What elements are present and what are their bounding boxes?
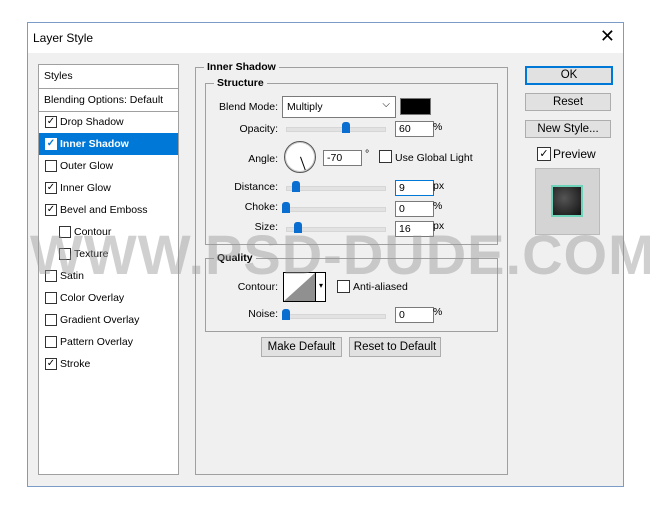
style-item-stroke[interactable]: ✓ Stroke	[39, 353, 178, 375]
angle-input[interactable]: -70	[323, 150, 362, 166]
style-checkbox[interactable]: ✓	[45, 204, 57, 216]
style-item-outer-glow[interactable]: Outer Glow	[39, 155, 178, 177]
style-item-label: Stroke	[60, 358, 91, 370]
style-item-label: Pattern Overlay	[60, 336, 133, 348]
style-checkbox[interactable]	[45, 336, 57, 348]
style-item-label: Inner Glow	[60, 182, 111, 194]
noise-label: Noise:	[248, 308, 278, 320]
style-item-inner-shadow[interactable]: ✓ Inner Shadow	[39, 133, 178, 155]
style-item-inner-glow[interactable]: ✓ Inner Glow	[39, 177, 178, 199]
style-item-pattern-overlay[interactable]: Pattern Overlay	[39, 331, 178, 353]
anti-aliased-label: Anti-aliased	[353, 281, 408, 293]
style-item-label: Gradient Overlay	[60, 314, 140, 326]
ok-button[interactable]: OK	[525, 66, 613, 85]
noise-slider[interactable]	[286, 314, 386, 319]
distance-slider[interactable]	[286, 186, 386, 191]
contour-picker[interactable]: ▾	[283, 272, 326, 302]
style-item-label: Outer Glow	[60, 160, 114, 172]
dialog-title: Layer Style	[33, 31, 94, 45]
new-style-button[interactable]: New Style...	[525, 120, 611, 138]
make-default-button[interactable]: Make Default	[261, 337, 342, 357]
preview-square	[551, 185, 583, 217]
blend-mode-label: Blend Mode:	[219, 101, 278, 113]
style-item-color-overlay[interactable]: Color Overlay	[39, 287, 178, 309]
size-unit: px	[433, 220, 445, 232]
style-checkbox[interactable]	[59, 248, 71, 260]
angle-needle	[300, 156, 306, 171]
blend-mode-value: Multiply	[287, 101, 323, 113]
structure-title: Structure	[217, 77, 264, 89]
style-checkbox[interactable]	[45, 160, 57, 172]
preview-checkbox[interactable]: ✓	[537, 147, 551, 161]
choke-unit: %	[433, 200, 443, 212]
close-icon[interactable]: ✕	[600, 26, 615, 47]
distance-unit: px	[433, 180, 445, 192]
style-item-gradient-overlay[interactable]: Gradient Overlay	[39, 309, 178, 331]
styles-header-label: Styles	[44, 70, 73, 82]
style-checkbox[interactable]: ✓	[45, 182, 57, 194]
distance-input[interactable]: 9	[395, 180, 434, 196]
blending-options-label: Blending Options: Default	[44, 94, 164, 106]
size-label: Size:	[254, 221, 278, 233]
contour-linear-icon	[284, 273, 315, 301]
style-item-contour[interactable]: Contour	[39, 221, 178, 243]
style-checkbox[interactable]: ✓	[45, 116, 57, 128]
opacity-slider-thumb[interactable]	[342, 122, 350, 133]
global-light-label: Use Global Light	[395, 152, 473, 164]
style-item-label: Texture	[74, 248, 109, 260]
shadow-color-swatch[interactable]	[400, 98, 431, 115]
style-checkbox[interactable]	[45, 292, 57, 304]
style-item-satin[interactable]: Satin	[39, 265, 178, 287]
style-item-bevel-and-emboss[interactable]: ✓ Bevel and Emboss	[39, 199, 178, 221]
style-checkbox[interactable]: ✓	[45, 138, 57, 150]
style-checkbox[interactable]	[45, 314, 57, 326]
opacity-slider[interactable]	[286, 127, 386, 132]
quality-title: Quality	[217, 252, 253, 264]
chevron-down-icon: ⌵	[382, 99, 390, 110]
angle-unit: °	[365, 148, 370, 160]
size-slider-thumb[interactable]	[294, 222, 302, 233]
angle-label: Angle:	[248, 153, 278, 165]
preview-label: Preview	[553, 147, 596, 161]
style-preview-thumbnail	[535, 168, 600, 235]
style-item-label: Inner Shadow	[60, 138, 129, 150]
style-item-texture[interactable]: Texture	[39, 243, 178, 265]
opacity-label: Opacity:	[239, 123, 278, 135]
style-item-label: Bevel and Emboss	[60, 204, 148, 216]
style-checkbox[interactable]	[45, 270, 57, 282]
size-input[interactable]: 16	[395, 221, 434, 237]
blending-options[interactable]: Blending Options: Default	[39, 89, 178, 112]
noise-slider-thumb[interactable]	[282, 309, 290, 320]
choke-input[interactable]: 0	[395, 201, 434, 217]
panel-title: Inner Shadow	[207, 61, 276, 73]
styles-header[interactable]: Styles	[39, 65, 178, 89]
title-bar: Layer Style ✕	[28, 23, 623, 53]
choke-label: Choke:	[244, 201, 278, 213]
styles-list: Styles Blending Options: Default ✓ Drop S…	[38, 64, 179, 475]
angle-dial[interactable]	[284, 141, 316, 173]
blend-mode-select[interactable]: Multiply ⌵	[282, 96, 396, 118]
style-item-label: Satin	[60, 270, 84, 282]
reset-to-default-button[interactable]: Reset to Default	[349, 337, 441, 357]
distance-label: Distance:	[234, 181, 278, 193]
opacity-unit: %	[433, 121, 443, 133]
opacity-input[interactable]: 60	[395, 121, 434, 137]
style-item-label: Drop Shadow	[60, 116, 124, 128]
global-light-checkbox[interactable]	[379, 150, 392, 163]
choke-slider-thumb[interactable]	[282, 202, 290, 213]
contour-dropdown-arrow-icon[interactable]: ▾	[315, 273, 326, 301]
noise-input[interactable]: 0	[395, 307, 434, 323]
style-checkbox[interactable]	[59, 226, 71, 238]
layer-style-dialog: Layer Style ✕ Styles Blending Options: D…	[27, 22, 624, 487]
style-item-drop-shadow[interactable]: ✓ Drop Shadow	[39, 111, 178, 133]
contour-label: Contour:	[237, 281, 278, 293]
style-checkbox[interactable]: ✓	[45, 358, 57, 370]
style-item-label: Contour	[74, 226, 112, 238]
noise-unit: %	[433, 306, 443, 318]
distance-slider-thumb[interactable]	[292, 181, 300, 192]
reset-button[interactable]: Reset	[525, 93, 611, 111]
anti-aliased-checkbox[interactable]	[337, 280, 350, 293]
choke-slider[interactable]	[286, 207, 386, 212]
style-item-label: Color Overlay	[60, 292, 125, 304]
